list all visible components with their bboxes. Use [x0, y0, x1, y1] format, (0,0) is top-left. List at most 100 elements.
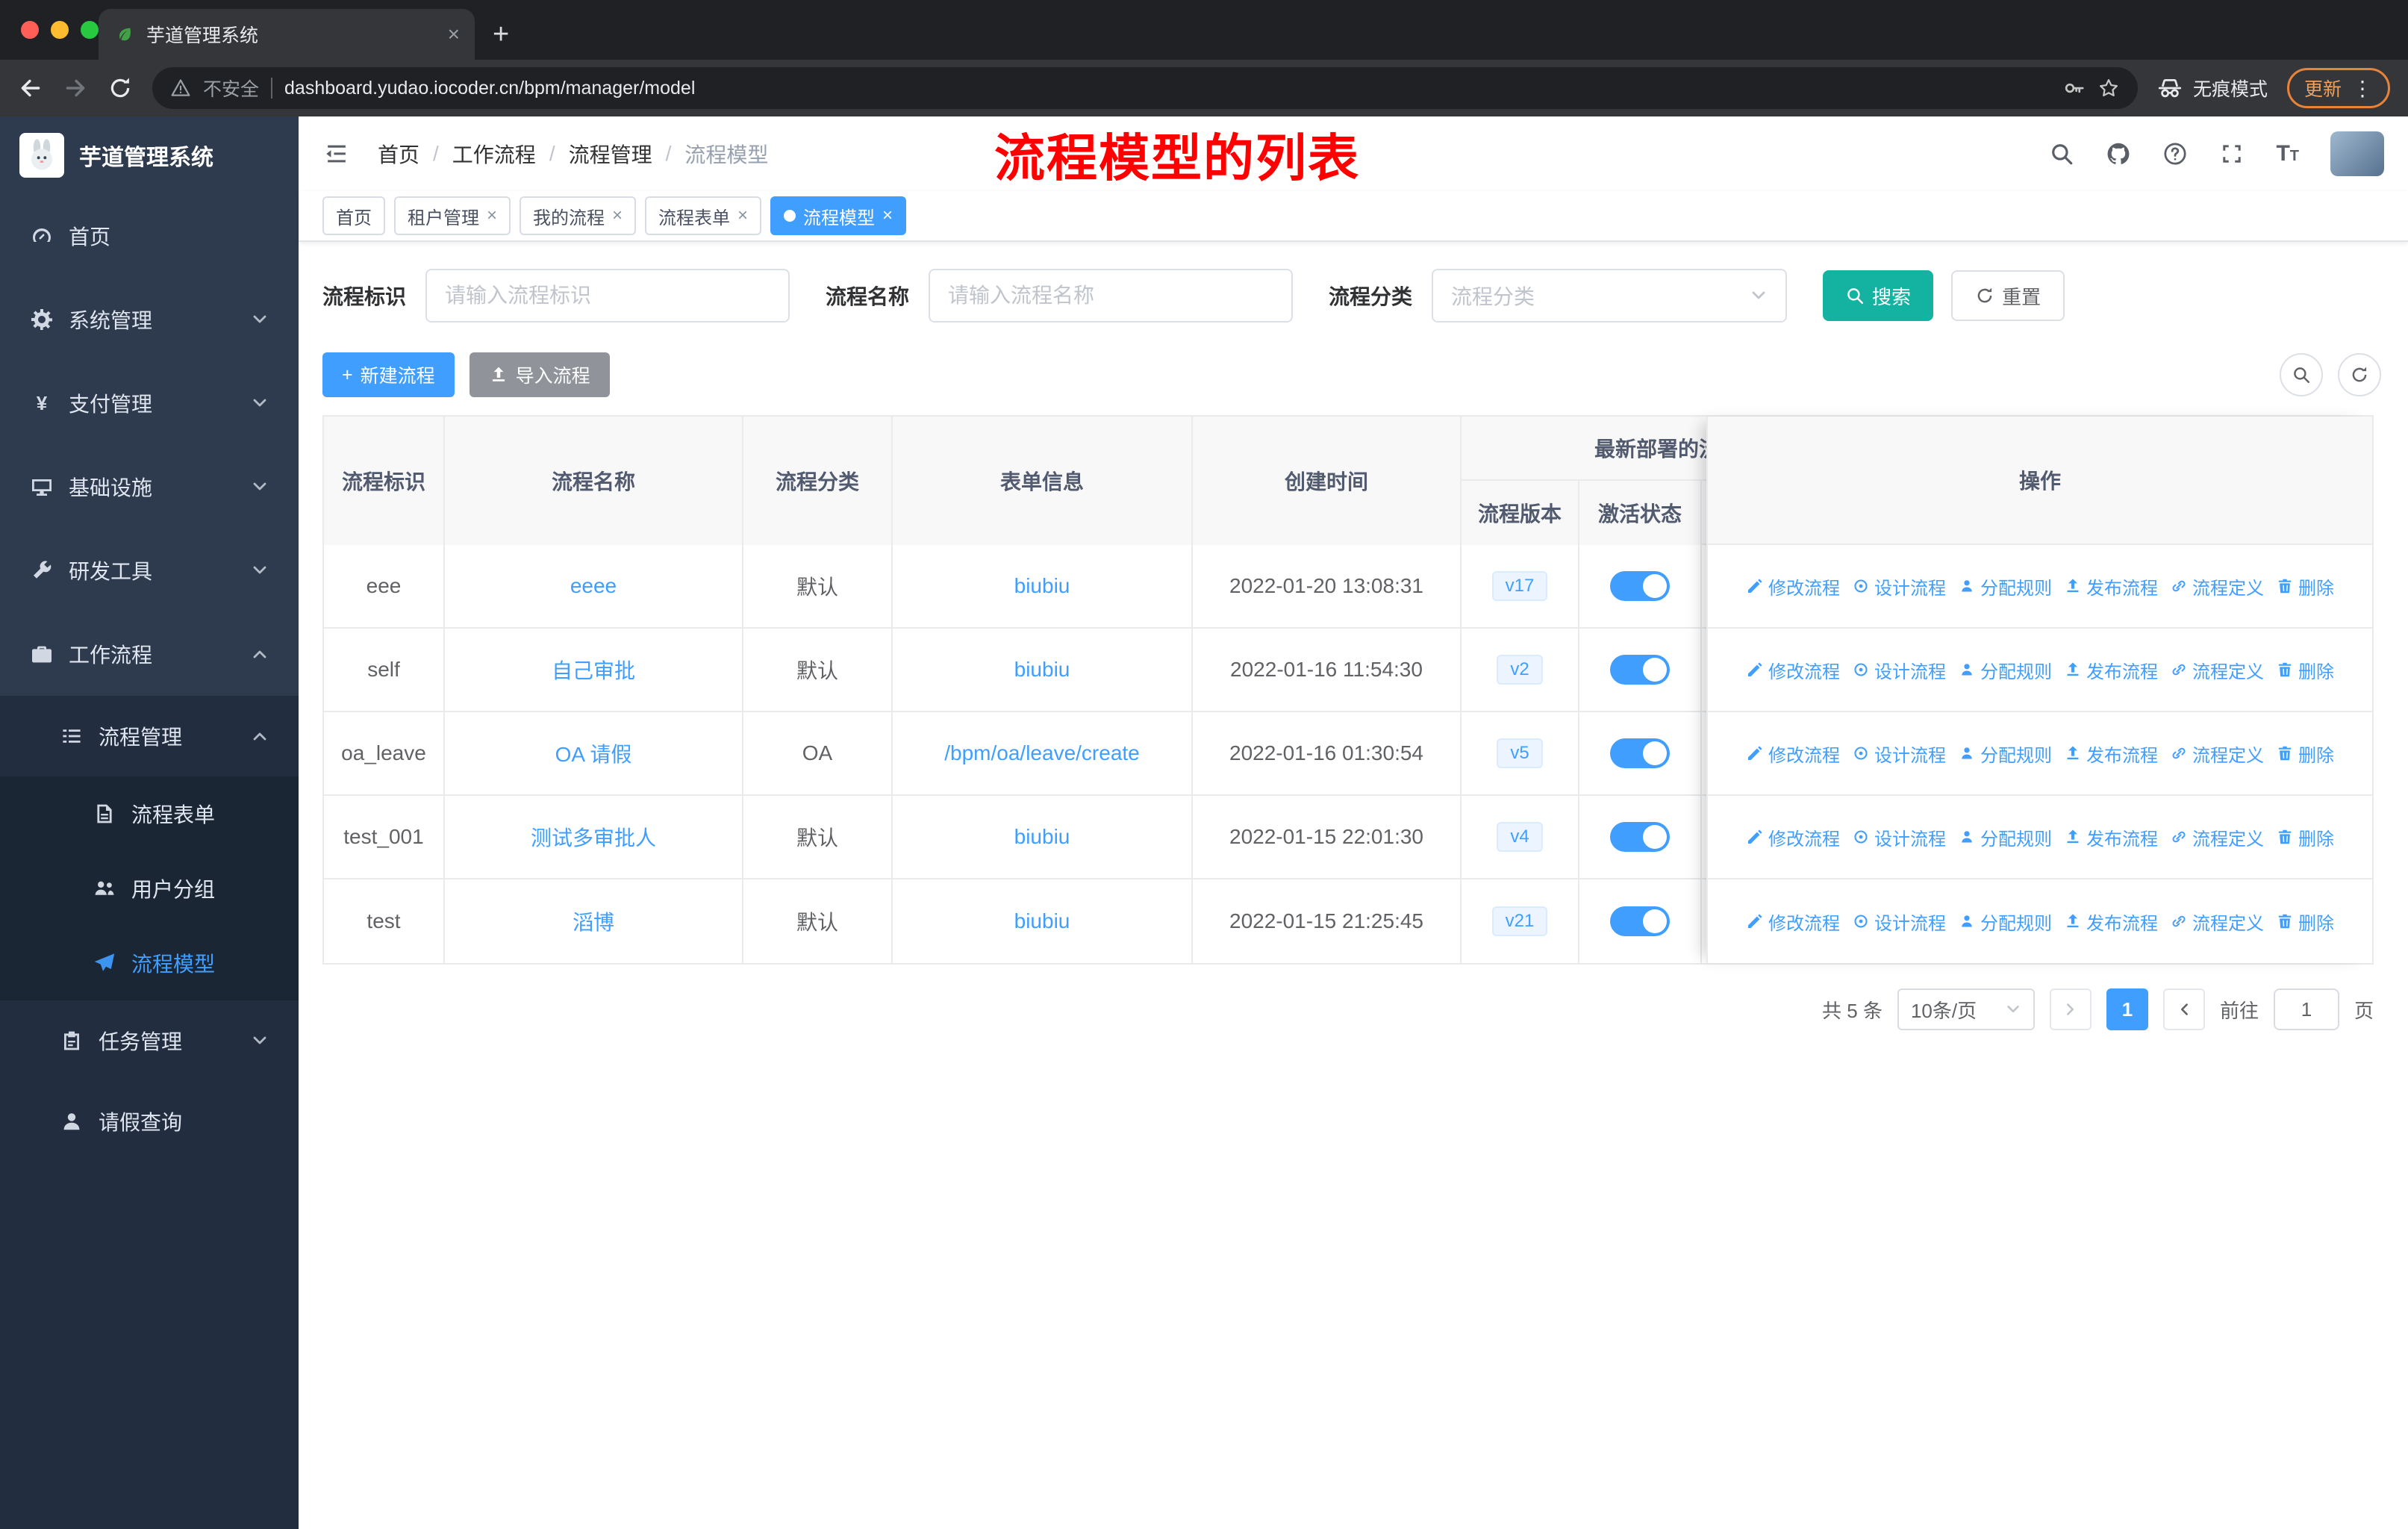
address-bar[interactable]: 不安全 dashboard.yudao.iocoder.cn/bpm/manag…: [152, 67, 2138, 109]
github-icon[interactable]: [2106, 141, 2131, 166]
process-key-input[interactable]: [425, 269, 790, 323]
sidebar-item-leave-query[interactable]: 请假查询: [0, 1081, 299, 1162]
page-size-select[interactable]: 10条/页: [1897, 988, 2035, 1030]
sidebar-item-home[interactable]: 首页: [0, 194, 299, 278]
browser-tab[interactable]: 芋道管理系统 ×: [99, 9, 475, 60]
create-process-button[interactable]: + 新建流程: [322, 352, 455, 397]
process-name-link[interactable]: 滔博: [573, 906, 614, 936]
sidebar-item-workflow[interactable]: 工作流程: [0, 612, 299, 696]
sidebar-item-system[interactable]: 系统管理: [0, 278, 299, 361]
form-info-link[interactable]: /bpm/oa/leave/create: [944, 741, 1140, 765]
form-info-link[interactable]: biubiu: [1014, 825, 1070, 849]
import-process-button[interactable]: 导入流程: [469, 352, 610, 397]
process-definition-link[interactable]: 流程定义: [2170, 824, 2264, 850]
process-definition-link[interactable]: 流程定义: [2170, 741, 2264, 767]
browser-update-button[interactable]: 更新 ⋮: [2286, 68, 2390, 108]
delete-process-link[interactable]: 删除: [2276, 909, 2334, 935]
sidebar-item-dev-tools[interactable]: 研发工具: [0, 529, 299, 612]
tag-process-model[interactable]: 流程模型 ×: [770, 196, 907, 235]
current-page-button[interactable]: 1: [2106, 988, 2148, 1030]
sidebar-item-infrastructure[interactable]: 基础设施: [0, 445, 299, 529]
reset-button[interactable]: 重置: [1951, 270, 2065, 321]
toggle-search-button[interactable]: [2280, 353, 2323, 396]
tag-close-icon[interactable]: ×: [612, 205, 623, 226]
search-button[interactable]: 搜索: [1823, 270, 1934, 321]
tag-close-icon[interactable]: ×: [882, 205, 893, 226]
delete-process-link[interactable]: 删除: [2276, 657, 2334, 683]
activation-toggle[interactable]: [1610, 571, 1670, 601]
modify-process-link[interactable]: 修改流程: [1746, 824, 1840, 850]
password-key-icon[interactable]: [2063, 77, 2086, 99]
activation-toggle[interactable]: [1610, 655, 1670, 685]
sidebar-item-payment[interactable]: 支付管理: [0, 361, 299, 445]
sidebar-item-process-management[interactable]: 流程管理: [0, 696, 299, 776]
form-info-link[interactable]: biubiu: [1014, 658, 1070, 682]
tag-home[interactable]: 首页: [322, 196, 385, 235]
design-process-link[interactable]: 设计流程: [1852, 741, 1946, 767]
assign-rule-link[interactable]: 分配规则: [1958, 573, 2052, 600]
modify-process-link[interactable]: 修改流程: [1746, 657, 1840, 683]
sidebar-item-task-management[interactable]: 任务管理: [0, 1000, 299, 1081]
modify-process-link[interactable]: 修改流程: [1746, 573, 1840, 600]
next-page-button[interactable]: [2162, 988, 2205, 1030]
modify-process-link[interactable]: 修改流程: [1746, 741, 1840, 767]
maximize-window-button[interactable]: [81, 21, 99, 39]
search-icon[interactable]: [2049, 141, 2074, 166]
tag-close-icon[interactable]: ×: [737, 205, 748, 226]
sidebar-item-user-group[interactable]: 用户分组: [0, 851, 299, 926]
process-definition-link[interactable]: 流程定义: [2170, 573, 2264, 600]
back-icon[interactable]: [18, 75, 43, 101]
goto-page-input[interactable]: [2273, 988, 2339, 1030]
process-name-link[interactable]: 自己审批: [552, 655, 635, 685]
publish-process-link[interactable]: 发布流程: [2064, 741, 2158, 767]
refresh-table-button[interactable]: [2338, 353, 2381, 396]
assign-rule-link[interactable]: 分配规则: [1958, 741, 2052, 767]
user-avatar[interactable]: [2330, 131, 2384, 176]
publish-process-link[interactable]: 发布流程: [2064, 909, 2158, 935]
form-info-link[interactable]: biubiu: [1014, 574, 1070, 598]
tag-close-icon[interactable]: ×: [487, 205, 497, 226]
bookmark-star-icon[interactable]: [2097, 77, 2120, 99]
close-window-button[interactable]: [21, 21, 39, 39]
tag-my-process[interactable]: 我的流程 ×: [520, 196, 637, 235]
delete-process-link[interactable]: 删除: [2276, 824, 2334, 850]
process-name-link[interactable]: eeee: [570, 574, 617, 598]
browser-menu-icon[interactable]: ⋮: [2352, 76, 2373, 101]
form-info-link[interactable]: biubiu: [1014, 909, 1070, 933]
font-size-icon[interactable]: TT: [2276, 141, 2299, 166]
activation-toggle[interactable]: [1610, 906, 1670, 936]
tab-close-icon[interactable]: ×: [448, 22, 460, 46]
process-category-select[interactable]: 流程分类: [1432, 269, 1788, 323]
process-definition-link[interactable]: 流程定义: [2170, 657, 2264, 683]
minimize-window-button[interactable]: [51, 21, 69, 39]
sidebar-fold-icon[interactable]: [322, 140, 351, 168]
tag-process-form[interactable]: 流程表单 ×: [645, 196, 762, 235]
tag-tenant-management[interactable]: 租户管理 ×: [394, 196, 511, 235]
process-definition-link[interactable]: 流程定义: [2170, 909, 2264, 935]
sidebar-item-process-form[interactable]: 流程表单: [0, 776, 299, 851]
breadcrumb-item[interactable]: 流程管理: [569, 139, 652, 169]
activation-toggle[interactable]: [1610, 822, 1670, 852]
prev-page-button[interactable]: [2049, 988, 2092, 1030]
assign-rule-link[interactable]: 分配规则: [1958, 657, 2052, 683]
fullscreen-icon[interactable]: [2219, 141, 2245, 166]
design-process-link[interactable]: 设计流程: [1852, 909, 1946, 935]
process-name-link[interactable]: OA 请假: [555, 738, 632, 768]
forward-icon[interactable]: [63, 75, 88, 101]
delete-process-link[interactable]: 删除: [2276, 573, 2334, 600]
publish-process-link[interactable]: 发布流程: [2064, 657, 2158, 683]
new-tab-button[interactable]: +: [493, 19, 509, 51]
breadcrumb-item[interactable]: 工作流程: [452, 139, 536, 169]
reload-icon[interactable]: [107, 75, 133, 101]
design-process-link[interactable]: 设计流程: [1852, 657, 1946, 683]
process-name-input[interactable]: [929, 269, 1294, 323]
breadcrumb-item[interactable]: 首页: [378, 139, 419, 169]
assign-rule-link[interactable]: 分配规则: [1958, 824, 2052, 850]
publish-process-link[interactable]: 发布流程: [2064, 573, 2158, 600]
assign-rule-link[interactable]: 分配规则: [1958, 909, 2052, 935]
design-process-link[interactable]: 设计流程: [1852, 573, 1946, 600]
publish-process-link[interactable]: 发布流程: [2064, 824, 2158, 850]
sidebar-item-process-model[interactable]: 流程模型: [0, 926, 299, 1000]
design-process-link[interactable]: 设计流程: [1852, 824, 1946, 850]
activation-toggle[interactable]: [1610, 738, 1670, 768]
